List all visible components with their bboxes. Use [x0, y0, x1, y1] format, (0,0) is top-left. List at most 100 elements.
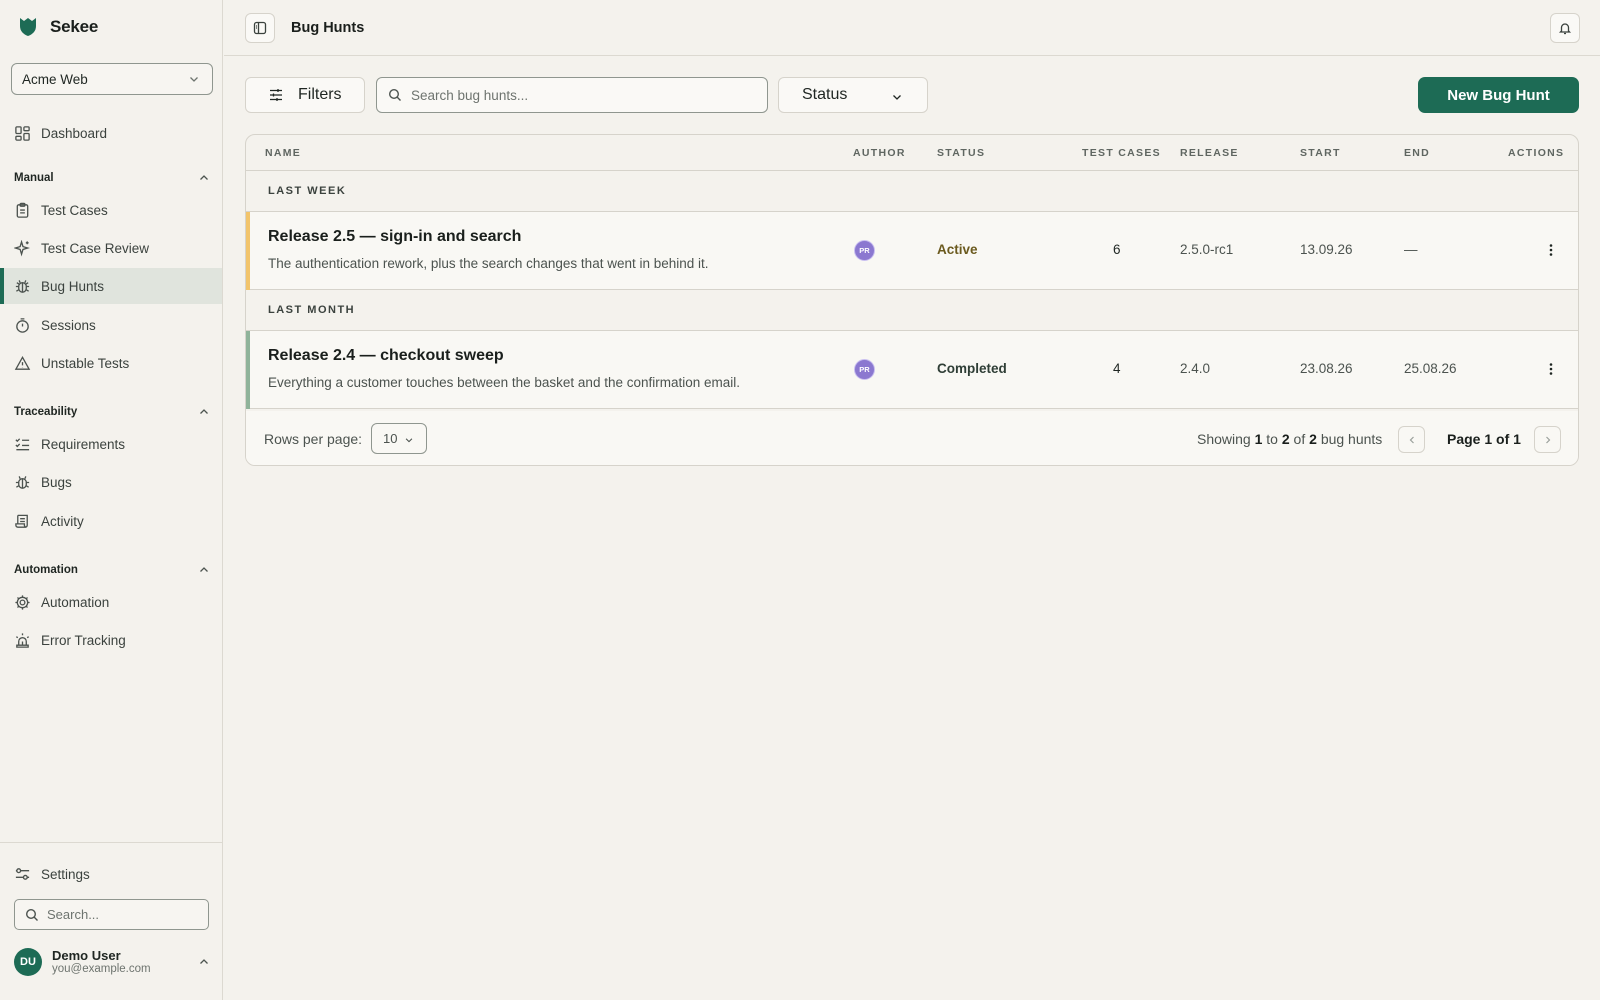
new-bug-hunt-button[interactable]: New Bug Hunt — [1418, 77, 1579, 113]
sidebar-item-settings[interactable]: Settings — [0, 856, 222, 892]
chevron-down-icon — [893, 95, 901, 100]
sidebar-item-requirements[interactable]: Requirements — [0, 426, 222, 462]
section-title: Automation — [14, 564, 78, 576]
sidebar-item-bug-hunts[interactable]: Bug Hunts — [0, 268, 222, 304]
filters-button[interactable]: Filters — [245, 77, 365, 113]
sidebar-item-label: Automation — [41, 594, 110, 610]
column-header-end[interactable]: END — [1404, 147, 1430, 159]
settings-sliders-icon — [15, 867, 30, 880]
search-icon — [25, 908, 38, 921]
sidebar-item-unstable-tests[interactable]: Unstable Tests — [0, 345, 222, 381]
project-select[interactable]: Acme Web — [11, 63, 213, 95]
gear-icon — [15, 594, 30, 610]
bug-hunt-description: Everything a customer touches between th… — [268, 375, 741, 390]
chevron-down-icon — [405, 438, 413, 443]
sidebar-item-label: Requirements — [41, 436, 126, 452]
table-row[interactable]: Release 2.5 — sign-in and search The aut… — [246, 212, 1578, 290]
bug-icon — [15, 279, 30, 293]
scroll-icon — [15, 514, 28, 528]
brand[interactable]: Sekee — [18, 16, 98, 38]
pagination-summary: Showing 1 to 2 of 2 bug hunts — [1197, 431, 1382, 447]
sliders-icon — [270, 89, 282, 101]
panel-left-icon — [253, 21, 267, 35]
rows-per-page-select[interactable]: 10 — [371, 423, 427, 454]
sidebar-item-test-cases[interactable]: Test Cases — [0, 192, 222, 228]
sidebar-item-label: Test Case Review — [41, 240, 150, 256]
column-header-status[interactable]: STATUS — [937, 147, 985, 159]
status-filter-select[interactable]: Status — [778, 77, 928, 113]
bug-hunt-title[interactable]: Release 2.4 — checkout sweep — [268, 347, 504, 365]
sidebar-item-label: Bug Hunts — [41, 278, 105, 294]
topbar: Bug Hunts — [224, 0, 1600, 56]
search-input[interactable]: Search bug hunts... — [376, 77, 768, 113]
next-page-button[interactable] — [1534, 426, 1561, 453]
end-date: 25.08.26 — [1404, 361, 1457, 376]
test-cases-count: 6 — [1113, 242, 1121, 257]
status-filter-label: Status — [802, 86, 848, 103]
release-value: 2.4.0 — [1180, 361, 1211, 376]
sidebar-item-label: Sessions — [41, 317, 96, 333]
rows-per-page-label: Rows per page: — [264, 431, 363, 447]
clipboard-icon — [16, 202, 29, 218]
sidebar-item-label: Settings — [41, 866, 90, 882]
column-header-name[interactable]: NAME — [265, 147, 301, 159]
sidebar-item-dashboard[interactable]: Dashboard — [0, 115, 222, 151]
column-header-test-cases[interactable]: TEST CASES — [1082, 147, 1161, 159]
sidebar-item-label: Error Tracking — [41, 632, 126, 648]
section-automation[interactable]: Automation — [14, 564, 210, 576]
timer-icon — [16, 317, 29, 333]
notifications-button[interactable] — [1550, 13, 1580, 43]
user-email: you@example.com — [52, 963, 151, 975]
dashboard-icon — [15, 125, 30, 141]
warning-icon — [14, 355, 31, 370]
sidebar-item-test-case-review[interactable]: Test Case Review — [0, 230, 222, 266]
bug-hunt-title[interactable]: Release 2.5 — sign-in and search — [268, 228, 521, 246]
search-placeholder: Search bug hunts... — [411, 87, 529, 103]
bell-icon — [1558, 23, 1572, 35]
user-name: Demo User — [52, 948, 121, 963]
sidebar-search-placeholder: Search... — [47, 907, 100, 922]
test-cases-count: 4 — [1113, 361, 1121, 376]
sidebar-item-activity[interactable]: Activity — [0, 503, 222, 539]
start-date: 23.08.26 — [1300, 361, 1353, 376]
sidebar-divider — [0, 842, 222, 843]
section-traceability[interactable]: Traceability — [14, 406, 210, 418]
sidebar-item-bugs[interactable]: Bugs — [0, 464, 222, 500]
summary-of-word: of — [1293, 431, 1306, 447]
page-title: Bug Hunts — [291, 20, 365, 36]
sidebar-search-input[interactable]: Search... — [14, 899, 209, 930]
checklist-icon — [15, 437, 30, 450]
chevron-up-icon — [200, 959, 208, 964]
group-header-last-month: LAST MONTH — [246, 290, 1578, 331]
more-actions-icon[interactable] — [1545, 361, 1557, 377]
section-title: Manual — [14, 172, 54, 184]
sidebar-item-error-tracking[interactable]: Error Tracking — [0, 622, 222, 658]
status-badge: Completed — [937, 361, 1007, 376]
status-accent-bar — [246, 212, 250, 290]
bug-hunt-description: The authentication rework, plus the sear… — [268, 256, 709, 271]
sidebar-item-label: Activity — [41, 513, 84, 529]
chevron-left-icon — [1409, 436, 1414, 443]
filters-label: Filters — [298, 86, 342, 103]
chevron-up-icon — [200, 567, 208, 572]
previous-page-button[interactable] — [1398, 426, 1425, 453]
section-manual[interactable]: Manual — [14, 172, 210, 184]
column-header-release[interactable]: RELEASE — [1180, 147, 1239, 159]
sidebar-item-label: Unstable Tests — [41, 355, 130, 371]
column-header-start[interactable]: START — [1300, 147, 1341, 159]
more-actions-icon[interactable] — [1545, 242, 1557, 258]
sidebar-item-automation[interactable]: Automation — [0, 584, 222, 620]
sidebar-toggle-button[interactable] — [245, 13, 275, 43]
column-header-actions: ACTIONS — [1508, 147, 1565, 159]
user-menu[interactable]: DU Demo User you@example.com — [14, 948, 210, 976]
summary-total: 2 — [1309, 431, 1317, 447]
table-footer: Rows per page: 10 Showing 1 to 2 of 2 bu… — [246, 411, 1578, 465]
author-avatar: PR — [854, 240, 875, 261]
bug-icon — [15, 475, 30, 489]
table-row[interactable]: Release 2.4 — checkout sweep Everything … — [246, 331, 1578, 409]
chevron-up-icon — [200, 175, 208, 180]
column-header-author[interactable]: AUTHOR — [853, 147, 906, 159]
sidebar-item-sessions[interactable]: Sessions — [0, 307, 222, 343]
search-icon — [388, 88, 401, 101]
table-header: NAME AUTHOR STATUS TEST CASES RELEASE ST… — [246, 135, 1578, 171]
